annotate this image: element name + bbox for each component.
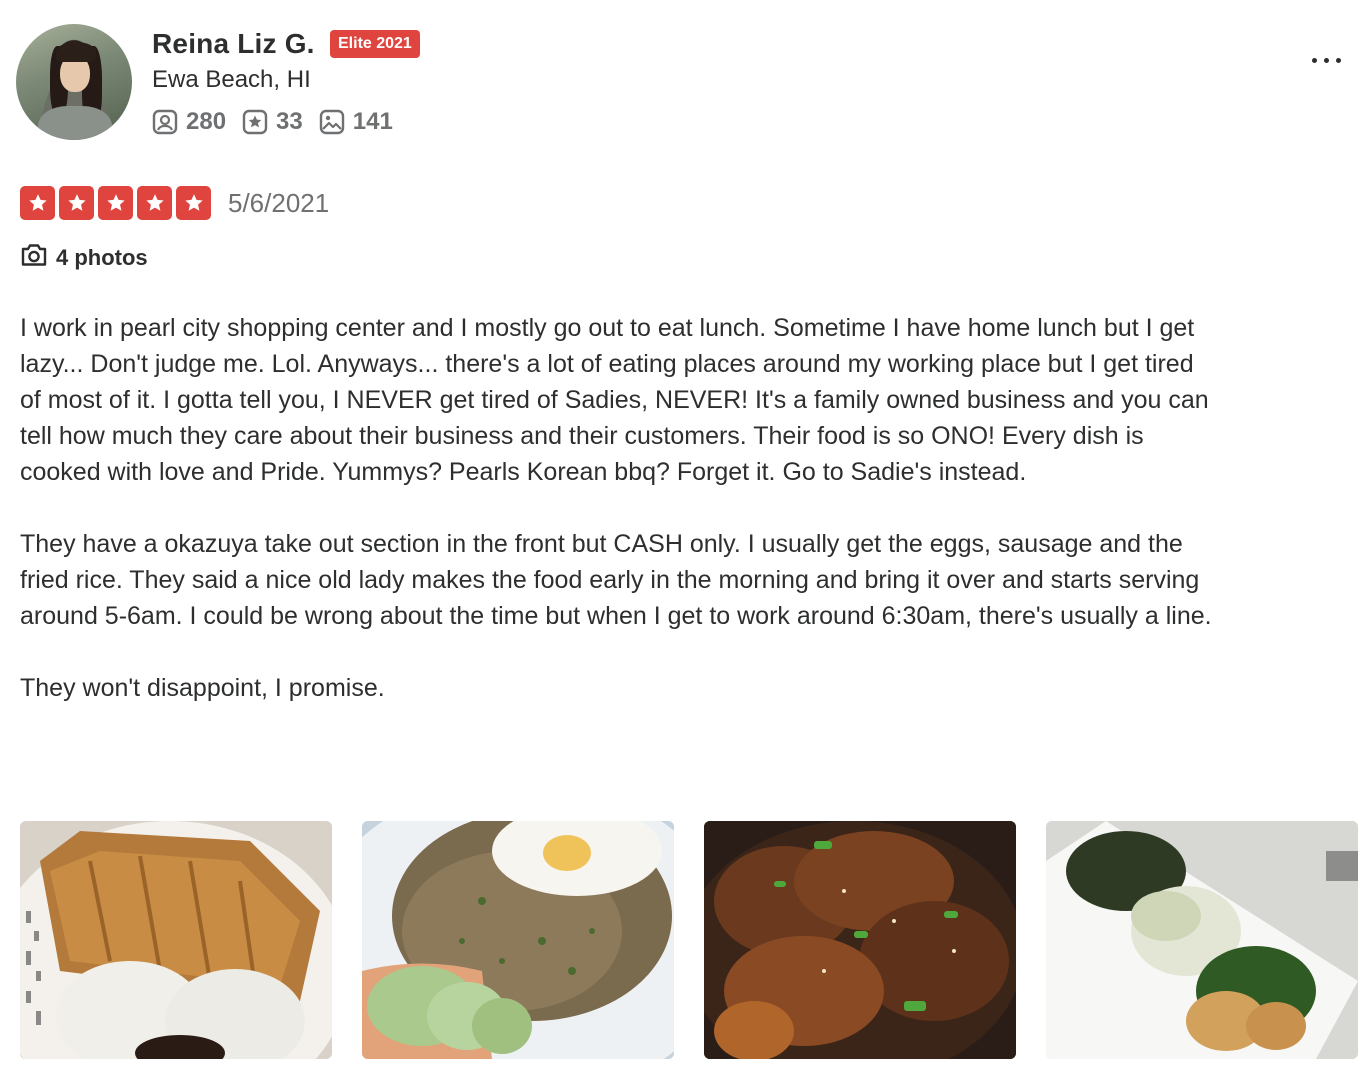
star-icon (176, 186, 211, 220)
photos-count: 141 (352, 108, 393, 135)
korean-chicken-image (704, 821, 1016, 1059)
photos-stat: 141 (319, 108, 393, 136)
star-icon (98, 186, 133, 220)
review-star-icon (242, 109, 268, 135)
review-photo-okazuya-sides[interactable] (1046, 821, 1358, 1059)
review-photo-fried-rice[interactable] (362, 821, 674, 1059)
photos-link[interactable]: 4 photos (20, 242, 148, 274)
star-rating (20, 186, 211, 220)
photos-count-label: 4 photos (56, 245, 148, 270)
more-options-button[interactable] (1306, 46, 1346, 74)
review-paragraph: They won't disappoint, I promise. (20, 674, 385, 702)
review-paragraph: I work in pearl city shopping center and… (20, 314, 1209, 486)
reviews-stat: 33 (242, 108, 303, 136)
star-icon (20, 186, 55, 220)
fried-rice-image (362, 821, 674, 1059)
user-name[interactable]: Reina Liz G. (152, 28, 315, 60)
review-text: I work in pearl city shopping center and… (20, 310, 1215, 742)
reviews-count: 33 (276, 108, 303, 135)
star-icon (59, 186, 94, 220)
okazuya-sides-image (1046, 821, 1358, 1059)
review-photo-korean-chicken[interactable] (704, 821, 1016, 1059)
avatar[interactable] (16, 24, 132, 140)
review-paragraph: They have a okazuya take out section in … (20, 530, 1212, 630)
friends-icon (152, 109, 178, 135)
star-icon (137, 186, 172, 220)
elite-badge: Elite 2021 (330, 30, 420, 58)
user-stats: 280 33 141 (152, 106, 393, 138)
chicken-katsu-image (20, 821, 332, 1059)
user-location: Ewa Beach, HI (152, 66, 311, 93)
review-card: Reina Liz G. Elite 2021 Ewa Beach, HI 28… (0, 0, 1368, 1078)
friends-stat: 280 (152, 108, 226, 136)
image-icon (319, 109, 345, 135)
review-date: 5/6/2021 (228, 188, 330, 218)
more-dots-icon (1311, 57, 1317, 63)
review-photo-chicken-katsu[interactable] (20, 821, 332, 1059)
friends-count: 280 (186, 108, 227, 135)
camera-icon (20, 242, 48, 274)
